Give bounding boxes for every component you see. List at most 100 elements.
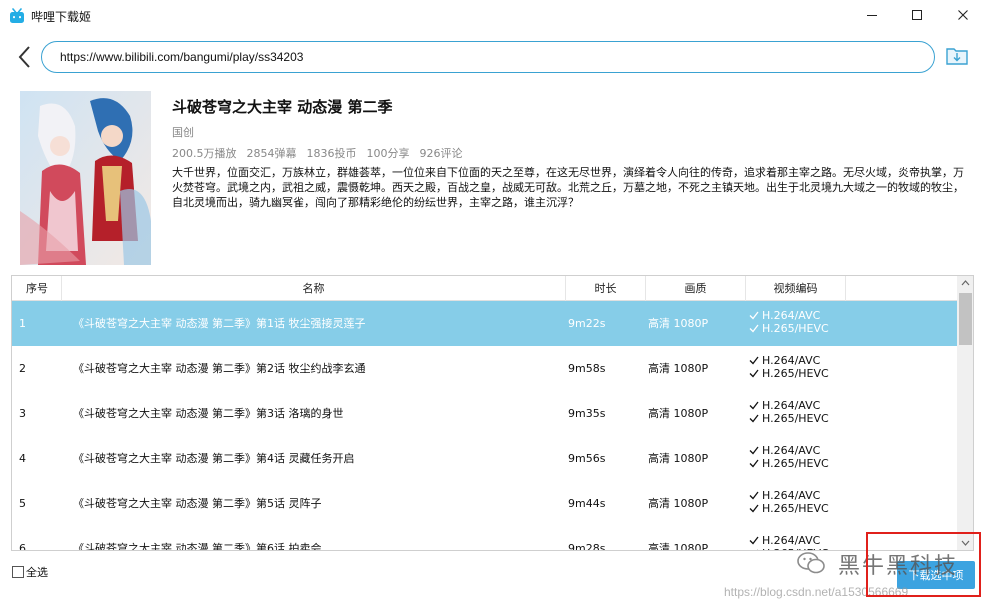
highlight-annotation-box [866,532,981,597]
check-icon [749,324,759,333]
row-codec: H.264/AVCH.265/HEVC [749,489,829,515]
header-duration[interactable]: 时长 [566,276,646,301]
table-row[interactable]: 6 《斗破苍穹之大主宰 动态漫 第二季》第6话 拍卖会 9m28s 高清 1080P H… [12,526,957,551]
check-icon [749,401,759,410]
share-count: 100分享 [366,147,410,160]
table-row[interactable]: 3 《斗破苍穹之大主宰 动态漫 第二季》第3话 洛璃的身世 9m35s 高清 1080… [12,391,957,436]
row-index: 1 [19,317,26,330]
maximize-button[interactable] [894,0,940,30]
codec-label: H.265/HEVC [762,322,829,335]
download-folder-icon[interactable] [945,44,969,68]
table-scrollbar[interactable] [957,276,973,550]
codec-option[interactable]: H.264/AVC [749,399,829,412]
codec-option[interactable]: H.264/AVC [749,444,829,457]
header-index[interactable]: 序号 [12,276,62,301]
codec-label: H.264/AVC [762,354,821,367]
row-duration: 9m28s [568,542,606,551]
header-codec[interactable]: 视频编码 [746,276,846,301]
row-quality: 高清 1080P [648,362,709,375]
close-button[interactable] [940,0,986,30]
codec-label: H.265/HEVC [762,367,829,380]
window-title: 哔哩下载姬 [31,10,92,24]
select-all-label: 全选 [26,566,48,579]
codec-label: H.264/AVC [762,534,821,547]
row-index: 6 [19,542,26,551]
row-quality: 高清 1080P [648,317,709,330]
row-index: 3 [19,407,26,420]
scrollbar-thumb[interactable] [959,293,972,345]
row-name: 《斗破苍穹之大主宰 动态漫 第二季》第1话 牧尘强接灵莲子 [73,317,366,330]
video-description: 大千世界，位面交汇，万族林立，群雄荟萃，一位位来自下位面的天之至尊，在这无尽世界… [172,166,964,209]
url-text[interactable]: https://www.bilibili.com/bangumi/play/ss… [60,50,303,64]
check-icon [749,369,759,378]
select-all-checkbox[interactable]: 全选 [12,564,48,580]
row-codec: H.264/AVCH.265/HEVC [749,534,829,550]
check-icon [749,504,759,513]
comment-count: 926评论 [419,147,463,160]
codec-option[interactable]: H.264/AVC [749,354,829,367]
video-stats: 200.5万播放 2854弹幕 1836投币 100分享 926评论 [172,145,463,161]
row-duration: 9m35s [568,407,606,420]
codec-option[interactable]: H.265/HEVC [749,412,829,425]
codec-label: H.265/HEVC [762,412,829,425]
maximize-icon [912,10,922,20]
row-duration: 9m22s [568,317,606,330]
table-header: 序号 名称 时长 画质 视频编码 [12,276,957,301]
video-category: 国创 [172,126,194,139]
check-icon [749,491,759,500]
row-quality: 高清 1080P [648,407,709,420]
codec-label: H.264/AVC [762,489,821,502]
row-duration: 9m44s [568,497,606,510]
play-count: 200.5万播放 [172,147,237,160]
row-name: 《斗破苍穹之大主宰 动态漫 第二季》第6话 拍卖会 [73,542,322,551]
row-duration: 9m56s [568,452,606,465]
url-input[interactable]: https://www.bilibili.com/bangumi/play/ss… [41,41,935,73]
row-index: 4 [19,452,26,465]
codec-option[interactable]: H.264/AVC [749,534,829,547]
header-name[interactable]: 名称 [62,276,566,301]
app-window: 哔哩下载姬 https://www.bilibili.com/bangumi/p… [0,0,987,608]
row-index: 2 [19,362,26,375]
codec-option[interactable]: H.264/AVC [749,309,829,322]
table-row[interactable]: 1 《斗破苍穹之大主宰 动态漫 第二季》第1话 牧尘强接灵莲子 9m22s 高清 10… [12,301,957,346]
row-codec: H.264/AVCH.265/HEVC [749,354,829,380]
codec-option[interactable]: H.265/HEVC [749,502,829,515]
row-codec: H.264/AVCH.265/HEVC [749,444,829,470]
row-index: 5 [19,497,26,510]
codec-label: H.264/AVC [762,444,821,457]
danmaku-count: 2854弹幕 [246,147,297,160]
table-row[interactable]: 5 《斗破苍穹之大主宰 动态漫 第二季》第5话 灵阵子 9m44s 高清 1080P H… [12,481,957,526]
row-quality: 高清 1080P [648,542,709,551]
checkbox-box[interactable] [12,566,24,578]
check-icon [749,459,759,468]
codec-option[interactable]: H.265/HEVC [749,367,829,380]
check-icon [757,549,758,550]
back-arrow-icon[interactable] [14,43,36,71]
header-quality[interactable]: 画质 [646,276,746,301]
cover-illustration [20,91,151,265]
minimize-button[interactable] [849,0,895,30]
check-icon [749,446,759,455]
scroll-up-icon[interactable] [961,280,970,286]
row-quality: 高清 1080P [648,452,709,465]
row-name: 《斗破苍穹之大主宰 动态漫 第二季》第2话 牧尘约战李玄通 [73,362,366,375]
row-name: 《斗破苍穹之大主宰 动态漫 第二季》第5话 灵阵子 [73,497,322,510]
check-icon [749,311,759,320]
codec-label: H.264/AVC [762,399,821,412]
check-icon [749,414,759,423]
check-icon [749,356,759,365]
row-quality: 高清 1080P [648,497,709,510]
check-icon [749,536,759,545]
row-codec: H.264/AVCH.265/HEVC [749,399,829,425]
codec-option[interactable]: H.265/HEVC [749,457,829,470]
minimize-icon [867,15,877,16]
table-row[interactable]: 2 《斗破苍穹之大主宰 动态漫 第二季》第2话 牧尘约战李玄通 9m58s 高清 10… [12,346,957,391]
table-row[interactable]: 4 《斗破苍穹之大主宰 动态漫 第二季》第4话 灵藏任务开启 9m56s 高清 108… [12,436,957,481]
codec-label: H.265/HEVC [762,502,829,515]
video-title: 斗破苍穹之大主宰 动态漫 第二季 [172,98,393,116]
codec-label: H.264/AVC [762,309,821,322]
row-name: 《斗破苍穹之大主宰 动态漫 第二季》第3话 洛璃的身世 [73,407,344,420]
codec-option[interactable]: H.265/HEVC [749,322,829,335]
bilibili-tv-icon [10,8,24,23]
codec-option[interactable]: H.264/AVC [749,489,829,502]
